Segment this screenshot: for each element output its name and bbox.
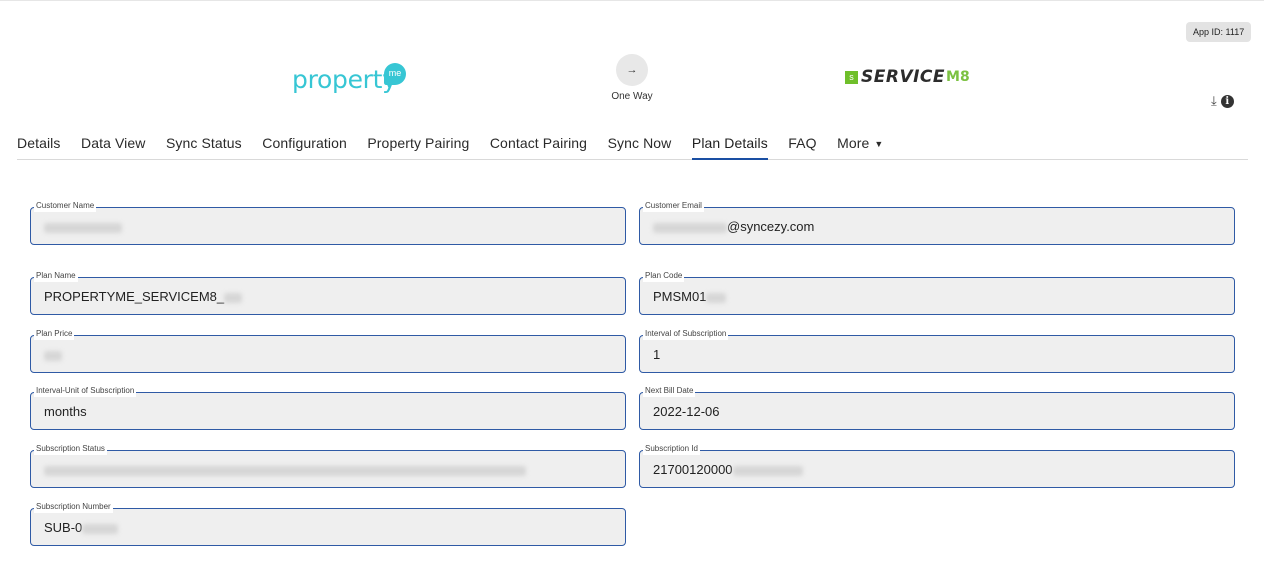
interval-unit-field[interactable]: Interval-Unit of Subscription months bbox=[30, 385, 626, 430]
subscription-id-field[interactable]: Subscription Id 21700120000 bbox=[639, 443, 1235, 488]
tab-sync-now[interactable]: Sync Now bbox=[608, 127, 672, 159]
tab-property-pairing[interactable]: Property Pairing bbox=[367, 127, 469, 159]
tab-label: Sync Status bbox=[165, 135, 242, 151]
field-label: Customer Name bbox=[34, 200, 97, 212]
redacted-value bbox=[224, 292, 243, 303]
next-bill-date-field[interactable]: Next Bill Date 2022-12-06 bbox=[639, 385, 1235, 430]
servicem8-logo-suffix: M8 bbox=[946, 69, 970, 85]
field-value bbox=[44, 347, 62, 362]
redacted-value bbox=[44, 222, 122, 233]
field-label: Customer Email bbox=[643, 200, 704, 212]
tab-label: Data View bbox=[81, 135, 146, 151]
plan-name-field[interactable]: Plan Name PROPERTYME_SERVICEM8_ bbox=[30, 270, 626, 315]
tab-label: Sync Now bbox=[607, 135, 672, 151]
tab-sync-status[interactable]: Sync Status bbox=[166, 127, 242, 159]
field-label: Interval of Subscription bbox=[643, 328, 729, 340]
field-value: months bbox=[44, 404, 87, 419]
interval-of-subscription-field[interactable]: Interval of Subscription 1 bbox=[639, 328, 1235, 373]
propertyme-logo-badge: me bbox=[384, 63, 406, 85]
redacted-value bbox=[706, 292, 727, 303]
tab-label: Configuration bbox=[262, 135, 347, 151]
plan-code-field[interactable]: Plan Code PMSM01 bbox=[639, 270, 1235, 315]
customer-name-field[interactable]: Customer Name bbox=[30, 200, 626, 245]
tab-bar: Details Data View Sync Status Configurat… bbox=[17, 127, 1248, 160]
tab-more[interactable]: More ▼ bbox=[837, 127, 883, 159]
tab-label: Property Pairing bbox=[367, 135, 470, 151]
field-value bbox=[44, 462, 526, 477]
tab-label: More bbox=[837, 135, 870, 151]
field-label: Plan Code bbox=[643, 270, 685, 282]
servicem8-logo-text: SERVICE bbox=[861, 67, 946, 87]
subscription-number-field[interactable]: Subscription Number SUB-0 bbox=[30, 501, 626, 546]
info-icon[interactable]: i bbox=[1220, 94, 1234, 108]
propertyme-logo-text: property bbox=[292, 65, 397, 94]
field-value: PMSM01 bbox=[653, 289, 727, 304]
tab-data-view[interactable]: Data View bbox=[81, 127, 145, 159]
tab-contact-pairing[interactable]: Contact Pairing bbox=[490, 127, 587, 159]
chevron-down-icon: ▼ bbox=[874, 139, 884, 149]
tab-faq[interactable]: FAQ bbox=[788, 127, 816, 159]
sync-direction[interactable]: → One Way bbox=[608, 54, 656, 102]
field-value: PROPERTYME_SERVICEM8_ bbox=[44, 289, 243, 304]
app-id-badge: App ID: 1117 bbox=[1186, 22, 1252, 42]
field-value: 1 bbox=[653, 347, 661, 362]
subscription-status-field[interactable]: Subscription Status bbox=[30, 443, 626, 488]
field-label: Next Bill Date bbox=[643, 385, 696, 397]
download-icon[interactable]: ⤓ bbox=[1211, 93, 1217, 109]
field-label: Interval-Unit of Subscription bbox=[34, 385, 137, 397]
redacted-value bbox=[44, 350, 62, 361]
field-value: 2022-12-06 bbox=[653, 404, 720, 419]
customer-email-field[interactable]: Customer Email @syncezy.com bbox=[639, 200, 1235, 245]
field-label: Plan Name bbox=[34, 270, 78, 282]
tab-details[interactable]: Details bbox=[17, 127, 61, 159]
redacted-value bbox=[44, 465, 526, 476]
tab-label: Contact Pairing bbox=[489, 135, 588, 151]
field-label: Plan Price bbox=[34, 328, 75, 340]
field-value: @syncezy.com bbox=[653, 219, 814, 234]
arrow-right-icon[interactable]: → bbox=[616, 54, 648, 86]
app-window: App ID: 1117 property me → One Way s SER… bbox=[0, 0, 1264, 570]
servicem8-logo-icon: s bbox=[845, 70, 858, 84]
tab-plan-details[interactable]: Plan Details bbox=[691, 127, 768, 160]
redacted-value bbox=[653, 222, 727, 233]
header-actions: ⤓ i bbox=[1211, 93, 1234, 109]
field-label: Subscription Number bbox=[34, 501, 113, 513]
sync-direction-label: One Way bbox=[611, 91, 653, 102]
redacted-value bbox=[732, 465, 803, 476]
field-label: Subscription Id bbox=[643, 443, 700, 455]
field-value bbox=[44, 219, 122, 234]
plan-price-field[interactable]: Plan Price bbox=[30, 328, 626, 373]
field-value: SUB-0 bbox=[44, 520, 119, 535]
tab-label: FAQ bbox=[788, 135, 817, 151]
field-label: Subscription Status bbox=[34, 443, 107, 455]
redacted-value bbox=[82, 523, 119, 534]
field-value: 21700120000 bbox=[653, 462, 803, 477]
tab-configuration[interactable]: Configuration bbox=[262, 127, 347, 159]
tab-label: Plan Details bbox=[691, 135, 768, 151]
tab-label: Details bbox=[17, 135, 61, 151]
servicem8-logo: s SERVICE M8 bbox=[845, 67, 970, 87]
